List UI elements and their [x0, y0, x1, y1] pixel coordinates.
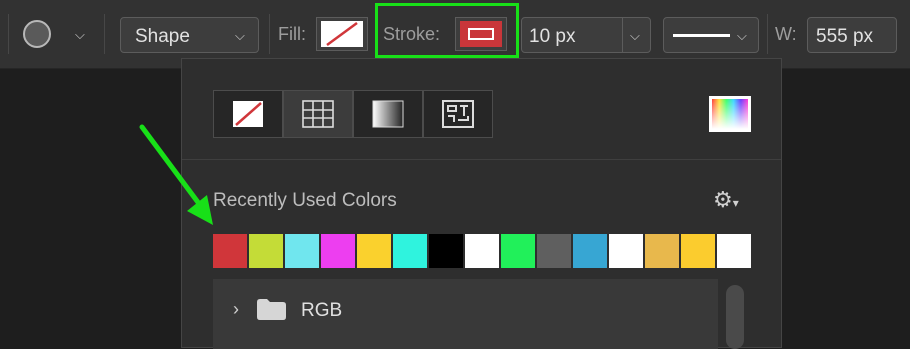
stroke-type-select[interactable]: ⌵ — [663, 17, 759, 53]
pattern-mode-button[interactable] — [423, 90, 493, 138]
grid-icon — [302, 100, 334, 128]
color-swatch[interactable] — [645, 234, 679, 268]
tool-mode-select[interactable]: Shape ⌵ — [120, 17, 259, 53]
stroke-width-divider — [622, 18, 623, 52]
divider — [104, 14, 105, 54]
stroke-width-value: 10 px — [529, 26, 576, 47]
color-swatch[interactable] — [285, 234, 319, 268]
stroke-highlight-box — [375, 3, 519, 58]
group-label: RGB — [301, 300, 343, 321]
divider — [269, 14, 270, 54]
color-swatch[interactable] — [465, 234, 499, 268]
no-fill-icon — [321, 21, 363, 47]
gradient-mode-button[interactable] — [353, 90, 423, 138]
folder-icon — [257, 299, 286, 320]
chevron-right-icon[interactable]: › — [233, 299, 239, 320]
gear-icon[interactable]: ⚙▾ — [713, 187, 739, 213]
color-swatch[interactable] — [429, 234, 463, 268]
fill-label: Fill: — [278, 24, 306, 44]
width-value: 555 px — [816, 26, 874, 47]
stroke-color-panel: Recently Used Colors ⚙▾ › RGB — [181, 58, 782, 349]
color-swatch[interactable] — [501, 234, 535, 268]
chevron-down-icon[interactable]: ⌵ — [75, 27, 85, 43]
ellipse-tool-icon[interactable] — [23, 20, 51, 48]
color-swatch[interactable] — [609, 234, 643, 268]
color-swatch[interactable] — [537, 234, 571, 268]
color-swatch[interactable] — [213, 234, 247, 268]
color-swatch[interactable] — [249, 234, 283, 268]
chevron-down-icon: ⌵ — [235, 28, 245, 43]
width-label: W: — [775, 24, 797, 44]
chevron-down-icon: ⌵ — [737, 28, 747, 43]
panel-divider — [182, 159, 781, 160]
color-swatch[interactable] — [393, 234, 427, 268]
color-swatch[interactable] — [681, 234, 715, 268]
color-swatch[interactable] — [573, 234, 607, 268]
annotation-arrow-icon — [139, 124, 213, 225]
color-swatch[interactable] — [357, 234, 391, 268]
stroke-width-field[interactable]: 10 px ⌵ — [521, 17, 651, 53]
color-picker-icon[interactable] — [709, 96, 751, 132]
gradient-icon — [372, 100, 404, 128]
color-swatch[interactable] — [717, 234, 751, 268]
solid-color-mode-button[interactable] — [283, 90, 353, 138]
fill-swatch-button[interactable] — [316, 17, 368, 51]
pattern-icon — [442, 100, 474, 128]
chevron-down-icon[interactable]: ⌵ — [630, 28, 640, 44]
scrollbar-thumb[interactable] — [726, 285, 744, 349]
recent-swatches — [213, 234, 753, 268]
swatch-group-rgb[interactable]: › RGB — [213, 279, 718, 349]
color-swatch[interactable] — [321, 234, 355, 268]
width-field[interactable]: 555 px — [807, 17, 897, 53]
divider — [767, 14, 768, 54]
solid-line-icon — [673, 34, 730, 37]
divider — [8, 14, 9, 54]
tool-mode-value: Shape — [135, 26, 190, 47]
